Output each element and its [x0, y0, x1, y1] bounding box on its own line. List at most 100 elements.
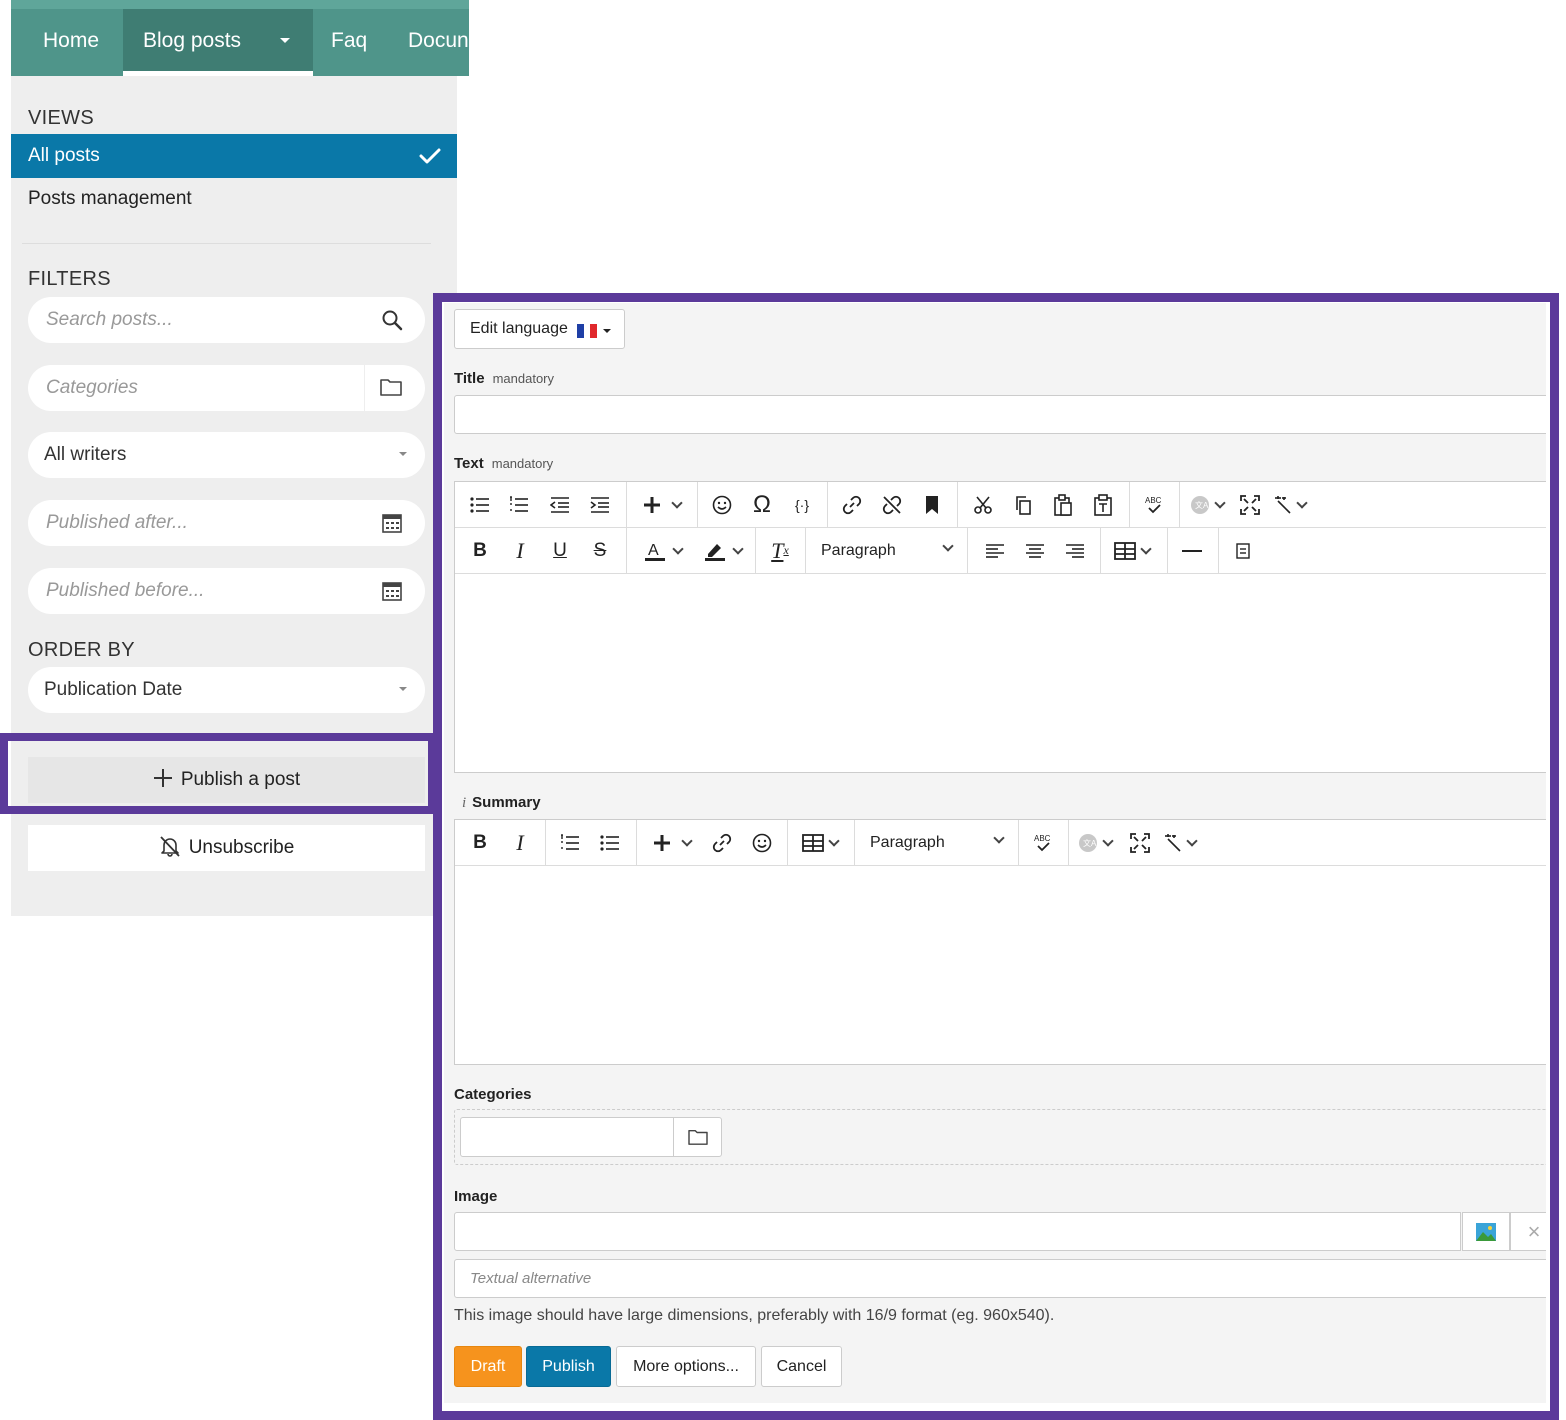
magic-wand-icon[interactable] [1270, 482, 1310, 527]
folder-icon[interactable] [379, 377, 403, 397]
cancel-button[interactable]: Cancel [761, 1346, 842, 1387]
clear-image-button[interactable]: × [1510, 1212, 1546, 1251]
outdent-icon[interactable] [545, 482, 575, 527]
calendar-icon[interactable] [381, 512, 403, 534]
edit-language-button[interactable]: Edit language [454, 309, 625, 349]
text-color-icon[interactable]: A [635, 528, 690, 573]
caret-down-icon[interactable] [280, 38, 290, 43]
summary-paragraph-format-value: Paragraph [870, 834, 945, 851]
bold-icon[interactable]: B [465, 820, 495, 865]
toolbar-separator [697, 482, 698, 527]
table-icon[interactable] [1107, 528, 1157, 573]
nav-blog-posts[interactable]: Blog posts [123, 9, 313, 76]
image-picker-button[interactable] [1462, 1212, 1510, 1251]
search-posts-placeholder: Search posts... [46, 309, 173, 330]
search-posts-input[interactable]: Search posts... [28, 297, 425, 343]
caret-down-icon [603, 329, 611, 333]
draft-button[interactable]: Draft [454, 1346, 522, 1387]
unsubscribe-button[interactable]: Unsubscribe [28, 825, 425, 871]
order-by-select[interactable]: Publication Date [28, 667, 425, 713]
view-posts-management[interactable]: Posts management [28, 188, 192, 210]
language-icon[interactable]: 文A [1075, 820, 1115, 865]
published-after-input[interactable]: Published after... [28, 500, 425, 546]
bookmark-icon[interactable] [917, 482, 947, 527]
toolbar-separator [626, 528, 627, 573]
align-right-icon[interactable] [1060, 528, 1090, 573]
summary-paragraph-format-select[interactable]: Paragraph [855, 820, 1017, 865]
toolbar-separator [545, 820, 546, 865]
chevron-down-icon [1296, 496, 1308, 509]
view-all-posts[interactable]: All posts [11, 134, 457, 178]
fr-flag-icon [577, 324, 597, 338]
spellcheck-icon[interactable]: ABC [1028, 820, 1058, 865]
paste-text-icon[interactable] [1088, 482, 1118, 527]
numbered-list-icon[interactable] [504, 482, 534, 527]
italic-icon[interactable]: I [505, 528, 535, 573]
toolbar-separator [1129, 482, 1130, 527]
view-all-posts-label: All posts [28, 145, 100, 166]
insert-plus-icon[interactable] [647, 820, 697, 865]
code-icon[interactable]: {·} [787, 482, 817, 527]
categories-filter-input[interactable]: Categories [28, 365, 425, 411]
bold-icon[interactable]: B [465, 528, 495, 573]
special-char-icon[interactable]: Ω [747, 482, 777, 527]
nav-faq[interactable]: Faq [331, 9, 367, 76]
numbered-list-icon[interactable] [555, 820, 585, 865]
toolbar-separator [827, 482, 828, 527]
link-icon[interactable] [707, 820, 737, 865]
search-icon[interactable] [381, 309, 403, 331]
textual-alternative-input[interactable]: Textual alternative [454, 1259, 1546, 1298]
publish-highlight-box [0, 733, 436, 814]
italic-icon[interactable]: I [505, 820, 535, 865]
unlink-icon[interactable] [877, 482, 907, 527]
emoji-icon[interactable] [707, 482, 737, 527]
clear-format-icon[interactable]: Tx [765, 528, 795, 573]
horizontal-rule-icon[interactable] [1177, 528, 1207, 573]
magic-wand-icon[interactable] [1160, 820, 1200, 865]
bell-off-icon [160, 836, 180, 857]
chevron-down-icon [731, 542, 744, 555]
published-before-input[interactable]: Published before... [28, 568, 425, 614]
language-icon[interactable]: 文A [1187, 482, 1227, 527]
title-input[interactable] [454, 395, 1546, 434]
copy-icon[interactable] [1008, 482, 1038, 527]
categories-input[interactable] [460, 1117, 674, 1157]
categories-folder-button[interactable] [673, 1117, 722, 1157]
writers-select[interactable]: All writers [28, 432, 425, 478]
bullet-list-icon[interactable] [595, 820, 625, 865]
insert-plus-icon[interactable] [637, 482, 687, 527]
align-left-icon[interactable] [980, 528, 1010, 573]
fullscreen-icon[interactable] [1125, 820, 1155, 865]
spellcheck-icon[interactable]: ABC [1139, 482, 1169, 527]
categories-field [454, 1109, 1546, 1165]
table-icon[interactable] [795, 820, 845, 865]
fullscreen-icon[interactable] [1235, 482, 1265, 527]
more-options-button[interactable]: More options... [616, 1346, 756, 1387]
link-icon[interactable] [837, 482, 867, 527]
chevron-down-icon [671, 542, 684, 555]
categories-label: Categories [454, 1086, 532, 1103]
chevron-down-icon [1102, 834, 1114, 847]
published-before-placeholder: Published before... [46, 580, 205, 601]
cut-icon[interactable] [968, 482, 998, 527]
underline-icon[interactable]: U [545, 528, 575, 573]
image-input[interactable] [454, 1212, 1461, 1251]
strikethrough-icon[interactable]: S [585, 528, 615, 573]
align-center-icon[interactable] [1020, 528, 1050, 573]
calendar-icon[interactable] [381, 580, 403, 602]
publish-button[interactable]: Publish [526, 1346, 611, 1387]
text-editor: Ω {·} ABC 文A B I U S A T x Paragraph [454, 481, 1546, 773]
toolbar-separator [1167, 528, 1168, 573]
nav-documents[interactable]: Docun [408, 9, 469, 76]
indent-icon[interactable] [585, 482, 615, 527]
toolbar-separator [1218, 528, 1219, 573]
source-code-icon[interactable] [1228, 528, 1258, 573]
paragraph-format-select[interactable]: Paragraph [806, 528, 966, 573]
nav-home[interactable]: Home [43, 9, 99, 76]
chevron-down-icon [681, 834, 693, 847]
bullet-list-icon[interactable] [465, 482, 495, 527]
highlight-color-icon[interactable] [695, 528, 750, 573]
paste-icon[interactable] [1048, 482, 1078, 527]
chevron-down-icon [1186, 834, 1198, 847]
emoji-icon[interactable] [747, 820, 777, 865]
